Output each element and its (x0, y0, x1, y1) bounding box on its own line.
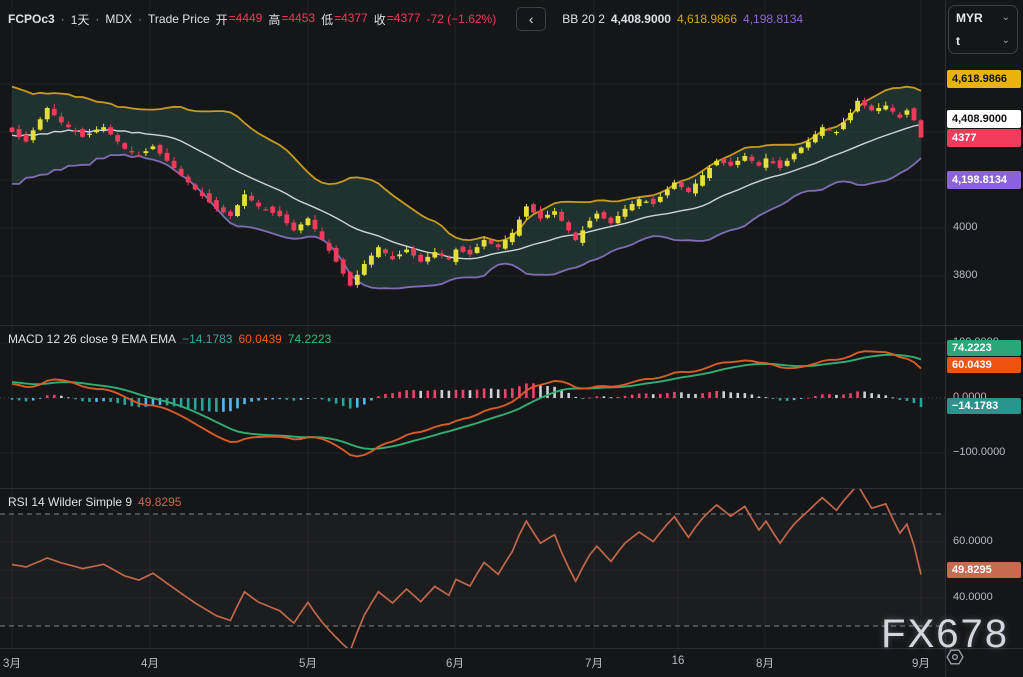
axis-scale-label: 4000 (953, 221, 977, 233)
price-pane: FCPOc3 · 1天 · MDX · Trade Price 开 =4449 … (0, 0, 945, 325)
time-axis-label: 4月 (132, 655, 168, 671)
time-axis-label: 6月 (437, 655, 473, 671)
axis-scale-label: 60.0000 (953, 535, 993, 547)
unit-selector: MYR ⌄ t ⌄ (948, 5, 1018, 54)
bb-indicator-label: BB 20 2 (562, 12, 605, 26)
axis-value-badge: 4,408.9000 (947, 110, 1021, 128)
symbol-header: FCPOc3 · 1天 · MDX · Trade Price 开 =4449 … (8, 7, 803, 31)
axis-scale-label: −100.0000 (953, 446, 1005, 458)
high-value: 高 =4453 (268, 11, 315, 28)
series-type-label: Trade Price (148, 12, 210, 26)
interval-label: 1天 (71, 11, 90, 28)
pane-separator[interactable] (0, 488, 1023, 489)
macd-signal-value: 74.2223 (288, 332, 331, 346)
exchange-label: MDX (105, 12, 132, 26)
axis-scale-label: 40.0000 (953, 591, 993, 603)
pane-separator[interactable] (0, 325, 1023, 326)
axis-value-badge: 60.0439 (947, 357, 1021, 373)
bb-basis-value: 4,408.9000 (611, 12, 671, 26)
macd-line-value: 60.0439 (238, 332, 281, 346)
time-axis-label: 9月 (903, 655, 939, 671)
bb-lower-value: 4,198.8134 (743, 12, 803, 26)
trading-chart-window: FCPOc3 · 1天 · MDX · Trade Price 开 =4449 … (0, 0, 1023, 677)
axis-value-badge: 4,198.8134 (947, 171, 1021, 189)
symbol-name: FCPOc3 (8, 12, 55, 26)
unit-dropdown[interactable]: t ⌄ (949, 29, 1017, 52)
macd-line (12, 351, 921, 456)
low-value: 低 =4377 (321, 11, 368, 28)
time-axis-separator (0, 648, 1023, 649)
currency-dropdown[interactable]: MYR ⌄ (949, 6, 1017, 29)
axis-value-badge: 4,618.9866 (947, 70, 1021, 88)
axis-value-badge: −14.1783 (947, 398, 1021, 414)
macd-title: MACD 12 26 close 9 EMA EMA (8, 332, 176, 346)
macd-signal-line (12, 355, 921, 449)
chevron-down-icon: ⌄ (1002, 12, 1010, 23)
change-value: -72 (−1.62%) (427, 12, 497, 26)
separator-dot: · (138, 12, 142, 26)
rsi-chart-canvas[interactable] (0, 488, 945, 648)
unit-value: t (956, 34, 960, 48)
time-axis-label: 16 (660, 655, 696, 667)
rsi-value: 49.8295 (138, 495, 181, 509)
axis-value-badge: 49.8295 (947, 562, 1021, 578)
fx678-watermark: FX678 (881, 612, 1009, 657)
price-axis[interactable]: 4000 3800 4,618.9866 4,408.90004377 4,198.81… (945, 0, 1023, 677)
time-axis-label: 7月 (576, 655, 612, 671)
time-axis-label: 8月 (747, 655, 783, 671)
axis-value-badge: 74.2223 (947, 340, 1021, 356)
axis-value-badge: 4377 (947, 129, 1021, 147)
separator-dot: · (95, 12, 99, 26)
macd-pane: MACD 12 26 close 9 EMA EMA −14.1783 60.0… (0, 325, 945, 488)
close-value: 收 =4377 (374, 11, 421, 28)
time-axis-label: 5月 (290, 655, 326, 671)
macd-chart-canvas[interactable] (0, 325, 945, 488)
rsi-header: RSI 14 Wilder Simple 9 49.8295 (8, 495, 181, 509)
axis-scale-label: 3800 (953, 269, 977, 281)
collapse-indicators-button[interactable]: ‹ (516, 7, 546, 31)
price-chart-canvas[interactable] (0, 0, 945, 325)
time-axis[interactable]: 3月 4月 5月 6月 7月 16 8月 9月 (0, 648, 945, 677)
currency-value: MYR (956, 11, 983, 25)
open-value: 开 =4449 (216, 11, 263, 28)
chevron-down-icon: ⌄ (1002, 35, 1010, 46)
rsi-pane: RSI 14 Wilder Simple 9 49.8295 (0, 488, 945, 648)
time-axis-label: 3月 (0, 655, 30, 671)
chevron-left-icon: ‹ (529, 11, 534, 27)
bb-upper-value: 4,618.9866 (677, 12, 737, 26)
rsi-title: RSI 14 Wilder Simple 9 (8, 495, 132, 509)
separator-dot: · (61, 12, 65, 26)
macd-header: MACD 12 26 close 9 EMA EMA −14.1783 60.0… (8, 332, 331, 346)
macd-hist-value: −14.1783 (182, 332, 232, 346)
